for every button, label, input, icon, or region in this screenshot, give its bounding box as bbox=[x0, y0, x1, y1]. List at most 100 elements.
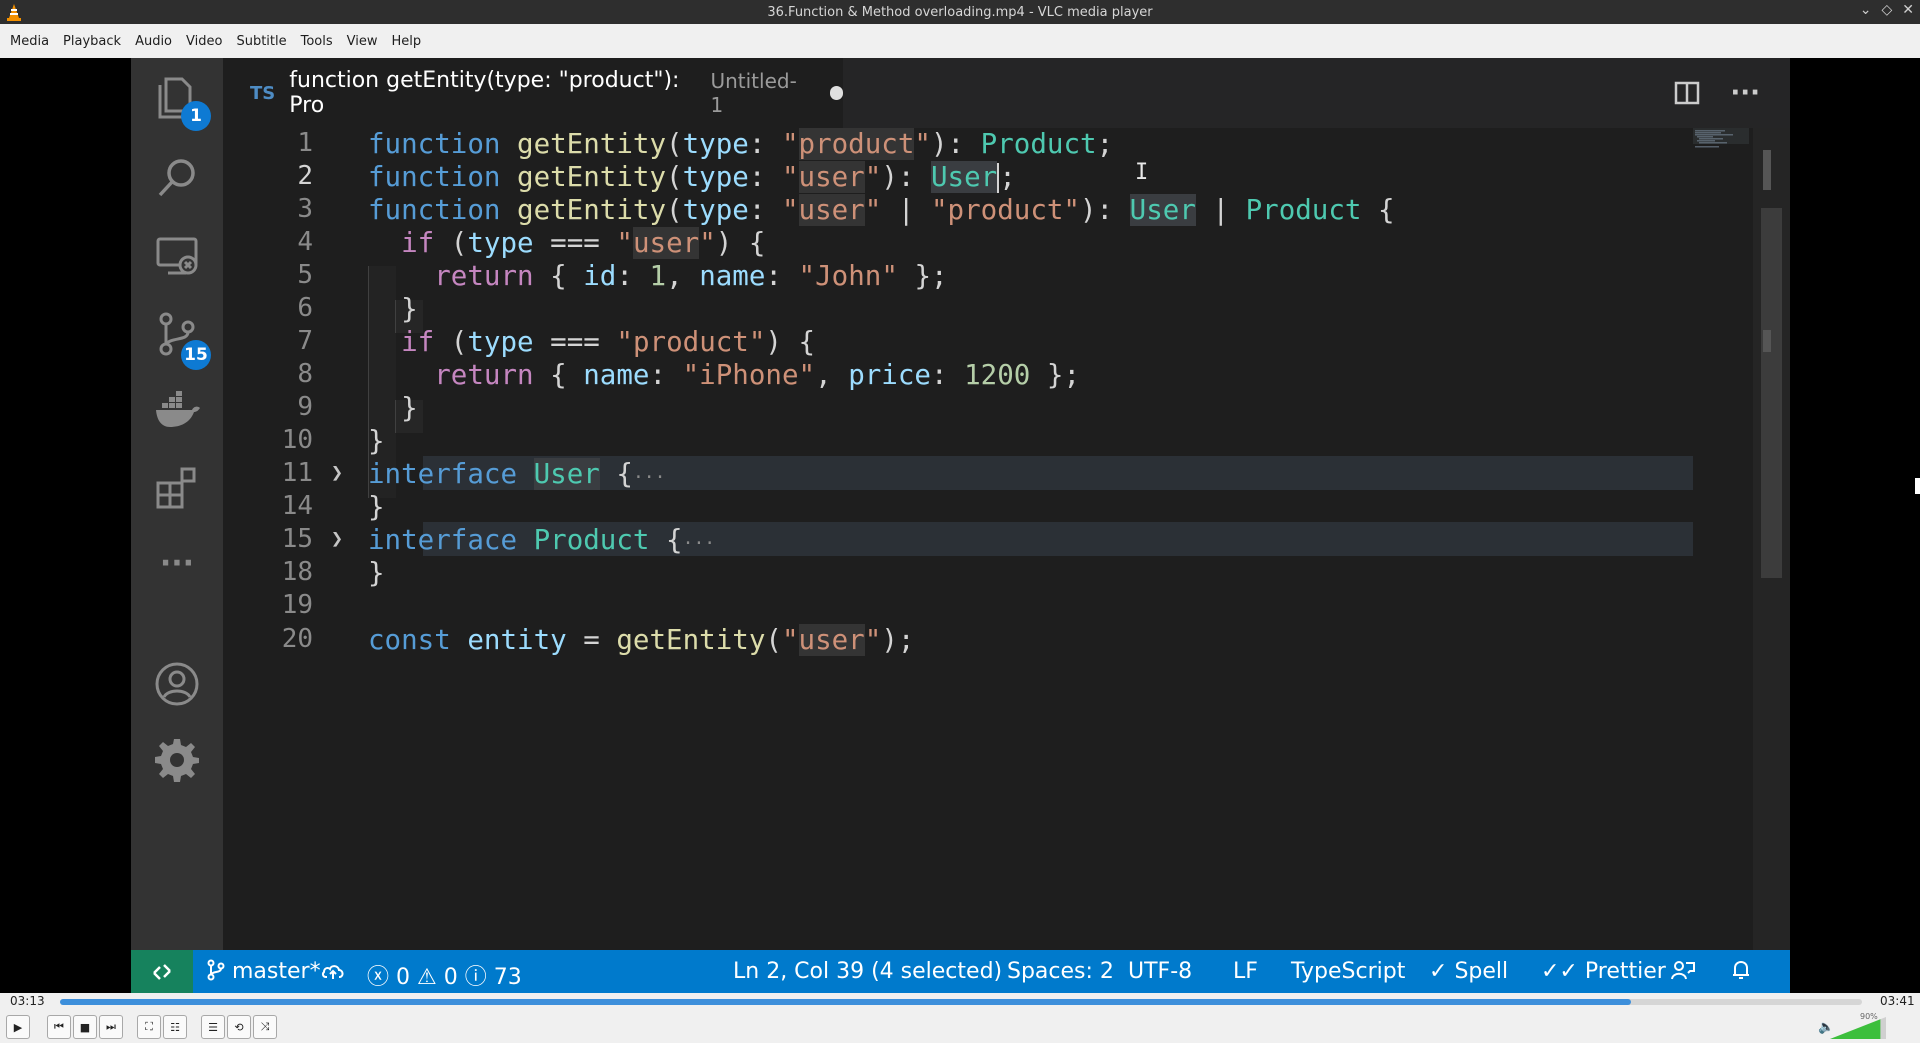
minimap[interactable] bbox=[1693, 128, 1753, 950]
warning-count: 0 bbox=[443, 965, 458, 990]
prettier-label: Prettier bbox=[1584, 959, 1666, 984]
vlc-controls: 03:13 03:41 ▶ ⏮ ■ ⏭ ⛶ ☷ ☰ ⟲ ⤨ 🔈 90% bbox=[0, 993, 1920, 1043]
previous-button[interactable]: ⏮ bbox=[47, 1015, 71, 1039]
fullscreen-icon: ⛶ bbox=[145, 1020, 153, 1033]
menu-media[interactable]: Media bbox=[4, 34, 57, 49]
cursor-position[interactable]: Ln 2, Col 39 (4 selected) bbox=[733, 959, 1002, 984]
line-number: 1 bbox=[297, 128, 313, 158]
more-activity-button[interactable]: ··· bbox=[131, 523, 223, 603]
fullscreen-button[interactable]: ⛶ bbox=[137, 1015, 161, 1039]
loop-icon: ⟲ bbox=[234, 1020, 244, 1034]
vlc-menu-bar: Media Playback Audio Video Subtitle Tool… bbox=[0, 24, 1920, 58]
stop-icon: ■ bbox=[79, 1020, 91, 1034]
search-icon bbox=[158, 159, 195, 197]
extensions-icon bbox=[156, 467, 196, 509]
code-text: if (type === "user") { bbox=[401, 227, 766, 259]
editor-tab[interactable]: TS function getEntity(type: "product"): … bbox=[223, 58, 843, 128]
mouse-ibeam-cursor: I bbox=[1135, 160, 1149, 185]
manage-button[interactable] bbox=[131, 720, 223, 800]
editor-scrollbar[interactable] bbox=[1753, 128, 1790, 950]
encoding-status[interactable]: UTF-8 bbox=[1128, 959, 1192, 984]
remote-indicator-button[interactable] bbox=[131, 950, 193, 993]
remote-explorer-button[interactable] bbox=[131, 216, 223, 296]
menu-help[interactable]: Help bbox=[386, 34, 430, 49]
code-text: interface User {··· bbox=[368, 458, 666, 490]
editor-scrollbar-thumb[interactable] bbox=[1761, 208, 1782, 578]
vscode-window: 1 15 ··· TS function getEntity(type: "pr… bbox=[131, 58, 1790, 993]
menu-tools[interactable]: Tools bbox=[295, 34, 341, 49]
problems-status[interactable]: ⓧ 0 ⚠ 0 ⓘ 73 bbox=[367, 959, 522, 991]
playlist-button[interactable]: ☰ bbox=[201, 1015, 225, 1039]
minimize-button[interactable]: ⌄ bbox=[1860, 2, 1872, 18]
total-time: 03:41 bbox=[1880, 994, 1915, 1008]
menu-subtitle[interactable]: Subtitle bbox=[230, 34, 294, 49]
indentation-status[interactable]: Spaces: 2 bbox=[1007, 959, 1114, 984]
line-number: 18 bbox=[281, 557, 313, 587]
sync-button[interactable] bbox=[321, 959, 345, 984]
fold-chevron-icon[interactable]: ❯ bbox=[331, 526, 343, 550]
line-number: 4 bbox=[297, 227, 313, 257]
elapsed-time: 03:13 bbox=[10, 994, 45, 1008]
warning-icon: ⚠ bbox=[417, 965, 437, 990]
play-icon: ▶ bbox=[13, 1020, 23, 1034]
git-branch-icon bbox=[207, 959, 225, 981]
code-editor[interactable]: 1 function getEntity(type: "product"): P… bbox=[223, 128, 1790, 950]
activity-bar: 1 15 ··· bbox=[131, 58, 223, 950]
loop-button[interactable]: ⟲ bbox=[227, 1015, 251, 1039]
line-number: 3 bbox=[297, 194, 313, 224]
unsaved-dot-icon[interactable] bbox=[829, 86, 843, 100]
explorer-button[interactable]: 1 bbox=[131, 58, 223, 138]
extensions-button[interactable] bbox=[131, 448, 223, 528]
language-mode[interactable]: TypeScript bbox=[1291, 959, 1405, 984]
code-text: const entity = getEntity("user"); bbox=[368, 624, 915, 656]
menu-audio[interactable]: Audio bbox=[129, 34, 180, 49]
error-icon: ⓧ bbox=[367, 965, 390, 990]
accounts-button[interactable] bbox=[131, 644, 223, 724]
menu-video[interactable]: Video bbox=[180, 34, 230, 49]
close-button[interactable]: ✕ bbox=[1902, 2, 1914, 18]
tab-description: Untitled-1 bbox=[710, 69, 797, 117]
next-icon: ⏭ bbox=[106, 1020, 116, 1033]
remote-explorer-icon bbox=[156, 237, 198, 275]
seek-bar[interactable] bbox=[60, 999, 1862, 1005]
branch-status[interactable]: master* bbox=[207, 959, 321, 984]
source-control-badge: 15 bbox=[181, 340, 211, 370]
mouse-pointer-icon bbox=[1915, 478, 1920, 494]
video-area[interactable]: 1 15 ··· TS function getEntity(type: "pr… bbox=[0, 58, 1920, 993]
split-editor-icon[interactable] bbox=[1674, 81, 1700, 105]
search-button[interactable] bbox=[131, 138, 223, 218]
code-text: function getEntity(type: "product"): Pro… bbox=[368, 128, 1114, 160]
typescript-file-icon: TS bbox=[250, 82, 276, 104]
spell-status[interactable]: ✓ Spell bbox=[1429, 959, 1508, 984]
docker-button[interactable] bbox=[131, 370, 223, 450]
prettier-status[interactable]: ✓✓ Prettier bbox=[1541, 959, 1666, 984]
notifications-button[interactable] bbox=[1731, 959, 1751, 984]
bell-icon bbox=[1733, 960, 1749, 979]
source-control-button[interactable]: 15 bbox=[131, 294, 223, 374]
eol-status[interactable]: LF bbox=[1233, 959, 1258, 984]
menu-playback[interactable]: Playback bbox=[57, 34, 129, 49]
line-number: 9 bbox=[297, 392, 313, 422]
code-text: if (type === "product") { bbox=[401, 326, 816, 358]
code-line: 20 const entity = getEntity("user"); bbox=[223, 624, 1693, 664]
feedback-button[interactable] bbox=[1671, 959, 1695, 984]
shuffle-button[interactable]: ⤨ bbox=[253, 1015, 277, 1039]
vlc-title-bar: 36.Function & Method overloading.mp4 - V… bbox=[0, 0, 1920, 24]
stop-button[interactable]: ■ bbox=[73, 1015, 97, 1039]
remote-icon bbox=[153, 963, 171, 980]
play-button[interactable]: ▶ bbox=[6, 1015, 30, 1039]
menu-view[interactable]: View bbox=[341, 34, 386, 49]
code-text: } bbox=[368, 491, 385, 523]
feedback-icon bbox=[1671, 961, 1695, 980]
double-check-icon: ✓✓ bbox=[1541, 959, 1578, 984]
line-number: 6 bbox=[297, 293, 313, 323]
info-icon: ⓘ bbox=[464, 965, 487, 990]
code-text: function getEntity(type: "user"): User; bbox=[368, 161, 1016, 193]
line-number: 19 bbox=[281, 590, 313, 620]
extended-settings-button[interactable]: ☷ bbox=[163, 1015, 187, 1039]
maximize-button[interactable]: ◇ bbox=[1881, 2, 1892, 18]
next-button[interactable]: ⏭ bbox=[99, 1015, 123, 1039]
tab-title: function getEntity(type: "product"): Pro bbox=[289, 68, 680, 118]
more-actions-icon[interactable]: ··· bbox=[1730, 78, 1760, 108]
fold-chevron-icon[interactable]: ❯ bbox=[331, 460, 343, 484]
